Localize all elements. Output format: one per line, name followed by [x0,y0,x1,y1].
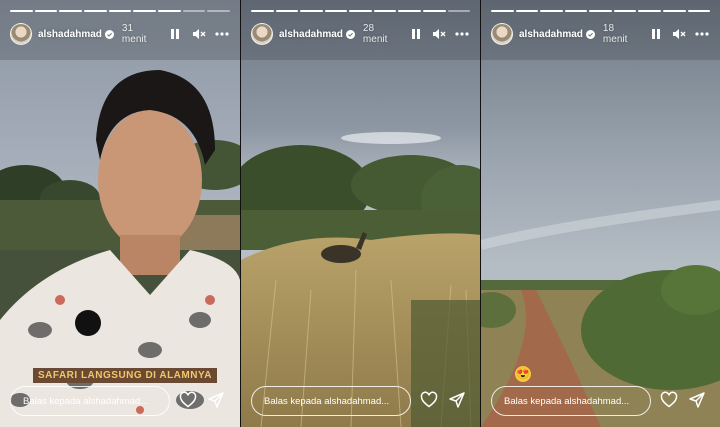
story-progress-1 [10,10,231,13]
story-progress-2 [251,10,471,13]
progress-segment [251,10,274,12]
story-progress-3 [491,10,711,13]
verified-badge-icon [345,29,355,39]
progress-segment [687,10,711,12]
speaker-muted-icon [672,29,686,39]
send-icon[interactable] [448,391,466,409]
progress-segment [300,10,323,12]
story-panel-2[interactable]: alshadahmad 28 menit Balas kepada alshad… [240,0,480,427]
progress-segment [373,10,397,12]
pause-button[interactable] [167,26,183,42]
reply-input[interactable]: Balas kepada alshadahmad... [10,386,170,416]
progress-segment [158,10,181,12]
speaker-muted-icon [192,29,206,39]
story-emoji-sticker: 😍 [515,366,531,382]
mute-button[interactable] [431,26,446,42]
progress-segment [182,10,206,12]
progress-segment [447,10,471,12]
username[interactable]: alshadahmad [519,29,583,40]
pause-button[interactable] [648,26,663,42]
progress-segment [491,10,514,12]
verified-badge-icon [585,29,595,39]
progress-segment [589,10,612,12]
more-dots-icon [215,32,229,36]
story-panel-3[interactable]: alshadahmad 18 menit 😍 Balas kepada alsh… [480,0,720,427]
progress-segment [515,10,539,12]
progress-segment [10,10,33,12]
mute-button[interactable] [191,26,207,42]
story-header-2: alshadahmad 28 menit [251,22,470,46]
story-media-3 [481,0,720,427]
send-icon[interactable] [688,391,706,409]
mute-button[interactable] [671,26,686,42]
progress-segment [324,10,348,12]
progress-segment [275,10,299,12]
heart-icon[interactable] [179,391,197,409]
progress-segment [34,10,58,12]
username[interactable]: alshadahmad [279,29,343,40]
pause-button[interactable] [408,26,423,42]
avatar[interactable] [251,23,273,45]
story-header-3: alshadahmad 18 menit [491,22,710,46]
more-button[interactable] [214,26,230,42]
progress-segment [59,10,83,12]
post-time: 28 menit [362,23,388,45]
username[interactable]: alshadahmad [38,29,102,40]
pause-icon [651,29,660,39]
heart-icon[interactable] [660,391,678,409]
progress-segment [207,10,231,12]
progress-segment [108,10,132,12]
progress-segment [638,10,661,12]
more-button[interactable] [455,26,470,42]
story-caption: SAFARI LANGSUNG DI ALAMNYA [33,368,217,383]
speaker-muted-icon [432,29,446,39]
story-header-1: alshadahmad 31 menit [10,22,230,46]
progress-segment [613,10,637,12]
more-button[interactable] [695,26,710,42]
progress-segment [422,10,446,12]
progress-segment [349,10,372,12]
avatar[interactable] [10,23,32,45]
more-dots-icon [455,32,469,36]
story-media-1 [0,0,240,427]
reply-input[interactable]: Balas kepada alshadahmad... [491,386,651,416]
progress-segment [398,10,421,12]
send-icon[interactable] [207,391,225,409]
verified-badge-icon [104,29,114,39]
progress-segment [662,10,686,12]
story-panel-1[interactable]: alshadahmad 31 menit SAFARI LANGSUNG DI … [0,0,240,427]
more-dots-icon [695,32,709,36]
avatar[interactable] [491,23,513,45]
progress-segment [133,10,157,12]
pause-icon [411,29,420,39]
progress-segment [564,10,588,12]
progress-segment [540,10,563,12]
progress-segment [84,10,107,12]
pause-icon [171,29,180,39]
post-time: 31 menit [121,23,147,45]
heart-icon[interactable] [420,391,438,409]
reply-input[interactable]: Balas kepada alshadahmad... [251,386,411,416]
story-media-2 [241,0,480,427]
post-time: 18 menit [602,23,628,45]
